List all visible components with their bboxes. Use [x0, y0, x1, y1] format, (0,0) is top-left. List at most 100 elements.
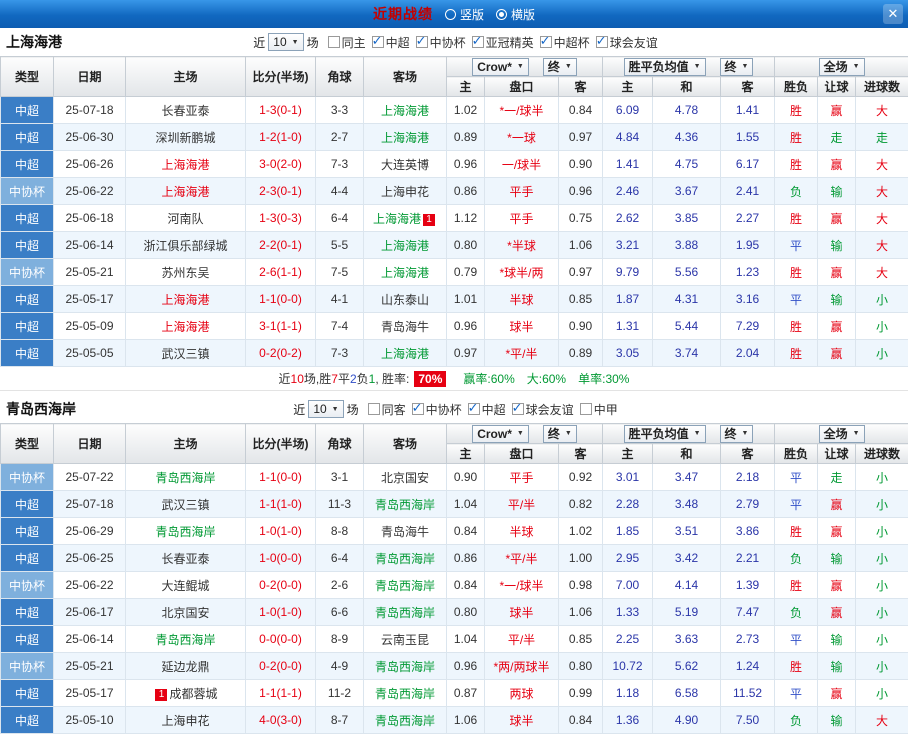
away-team-name: 上海海港: [380, 130, 429, 145]
competition-type-cell: 中协杯: [0, 571, 54, 599]
team-name: 青岛西海岸: [6, 401, 76, 417]
away-team-cell: 青岛西海岸: [363, 598, 447, 626]
competition-type-cell: 中协杯: [0, 463, 54, 491]
away-win-odds-cell: 1.23: [719, 258, 776, 286]
corner-cell: 8-8: [315, 517, 364, 545]
recent-count-select[interactable]: 10: [308, 400, 344, 418]
filter-checkbox[interactable]: 中超: [371, 33, 410, 51]
filter-checkbox[interactable]: 中甲: [579, 401, 618, 418]
odds-average-select[interactable]: 胜平负均值: [623, 424, 706, 443]
draw-odds-cell: 5.62: [652, 652, 721, 680]
ah-away-odds-cell: 0.90: [558, 312, 603, 340]
summary-text-segment: 7: [331, 371, 338, 386]
ah-home-odds-cell: 0.86: [446, 544, 485, 572]
handicap-line-cell: *一/球半: [484, 96, 559, 124]
corner-cell: 8-9: [315, 625, 364, 653]
filter-checkbox[interactable]: 球会友谊: [595, 33, 658, 51]
filter-checkbox[interactable]: 中超杯: [539, 33, 590, 51]
filter-checkbox[interactable]: 中协杯: [411, 400, 462, 418]
ah-home-odds-cell: 1.01: [446, 285, 485, 313]
scope-select[interactable]: 全场: [818, 57, 865, 76]
result-goals-cell: 小: [855, 652, 908, 680]
summary-text-segment: 负: [356, 372, 369, 386]
away-team-cell: 青岛海牛: [363, 517, 447, 545]
handicap-final-select[interactable]: 终: [542, 424, 577, 443]
filter-checkbox[interactable]: 同客: [367, 401, 406, 418]
col-header-corner: 角球: [315, 423, 364, 464]
result-goals-cell: 大: [855, 150, 908, 178]
filter-checkbox-label: 同主: [341, 35, 366, 50]
ah-away-odds-cell: 1.02: [558, 517, 603, 545]
corner-cell: 2-6: [315, 571, 364, 599]
titlebar: 近期战绩 竖版 横版 ✕: [0, 0, 908, 28]
result-goals-cell: 大: [855, 231, 908, 259]
recent-results-window: 近期战绩 竖版 横版 ✕ 上海海港 近10场同主中超中协杯亚冠精英中超杯球会友谊…: [0, 0, 908, 754]
result-goals-cell: 走: [855, 123, 908, 151]
result-handicap-cell: 赢: [817, 571, 857, 599]
draw-odds-cell: 3.74: [652, 339, 721, 367]
date-cell: 25-05-10: [53, 706, 126, 734]
away-team-cell: 上海申花: [363, 177, 447, 205]
close-icon[interactable]: ✕: [883, 4, 903, 24]
ah-away-odds-cell: 1.06: [558, 231, 603, 259]
checkbox-icon: [595, 33, 608, 49]
subcol-result-goals: 进球数: [855, 76, 908, 97]
filter-checkbox[interactable]: 球会友谊: [511, 400, 574, 418]
match-row: 中超 25-06-29 青岛西海岸 1-0(1-0) 8-8 青岛海牛 0.84 半球 1.02…: [0, 517, 908, 545]
score-cell: 1-1(1-0): [245, 490, 316, 518]
score-cell: 1-0(1-0): [245, 517, 316, 545]
team-section-header-2: 青岛西海岸 近10场 同客 中协杯 中超 球会友谊 中甲: [0, 395, 908, 423]
draw-odds-cell: 3.63: [652, 625, 721, 653]
filter-checkbox[interactable]: 中超: [467, 400, 506, 418]
home-team-cell: 北京国安: [125, 598, 246, 626]
away-team-cell: 青岛西海岸: [363, 490, 447, 518]
recent-count-select[interactable]: 10: [268, 33, 304, 51]
away-win-odds-cell: 2.18: [719, 463, 776, 491]
home-team-name: 长春亚泰: [161, 103, 210, 118]
col-header-type: 类型: [0, 423, 54, 464]
away-team-name: 上海海港: [372, 211, 421, 226]
home-team-name: 上海海港: [161, 157, 210, 172]
checkbox-icon: [467, 400, 480, 416]
bookmaker-select[interactable]: Crow*: [472, 57, 529, 76]
radio-selected-icon: [496, 8, 507, 20]
filter-checkbox[interactable]: 同主: [327, 34, 366, 51]
home-win-odds-cell: 2.62: [602, 204, 653, 232]
away-team-name: 青岛西海岸: [374, 713, 435, 728]
result-wdl-cell: 负: [774, 598, 819, 626]
odds-final-select[interactable]: 终: [719, 424, 754, 443]
filter-checkbox[interactable]: 中协杯: [415, 33, 466, 51]
handicap-line-cell: 球半: [484, 312, 559, 340]
summary-text-segment: 2: [349, 371, 357, 386]
filter-checkbox[interactable]: 亚冠精英: [471, 33, 534, 51]
handicap-line-cell: 平/半: [484, 490, 559, 518]
match-row: 中协杯 25-06-22 上海海港 2-3(0-1) 4-4 上海申花 0.86 平手 0.96…: [0, 177, 908, 205]
corner-cell: 5-5: [315, 231, 364, 259]
score-cell: 3-0(2-0): [245, 150, 316, 178]
layout-option-horizontal[interactable]: 横版: [496, 6, 535, 23]
odds-average-select[interactable]: 胜平负均值: [623, 57, 706, 76]
competition-type-cell: 中超: [0, 490, 54, 518]
result-wdl-cell: 胜: [774, 312, 819, 340]
result-wdl-cell: 平: [774, 285, 819, 313]
result-wdl-cell: 胜: [774, 150, 819, 178]
scope-select[interactable]: 全场: [818, 424, 865, 443]
competition-type-cell: 中超: [0, 285, 54, 313]
win-rate-badge: 70%: [414, 370, 447, 387]
handicap-line-cell: *两/两球半: [484, 652, 559, 680]
result-handicap-cell: 赢: [817, 258, 857, 286]
home-team-name: 北京国安: [161, 605, 210, 620]
odds-final-select[interactable]: 终: [719, 57, 754, 76]
ah-away-odds-cell: 1.00: [558, 544, 603, 572]
home-team-name: 青岛西海岸: [155, 524, 216, 539]
bookmaker-select[interactable]: Crow*: [472, 424, 529, 443]
ah-away-odds-cell: 0.80: [558, 652, 603, 680]
handicap-line-cell: *平/半: [484, 544, 559, 572]
layout-option-vertical[interactable]: 竖版: [444, 6, 484, 23]
handicap-final-select[interactable]: 终: [542, 57, 577, 76]
handicap-line-cell: 平手: [484, 463, 559, 491]
away-team-cell: 上海海港 1: [363, 204, 447, 232]
away-team-name: 上海海港: [380, 346, 429, 361]
away-team-name: 上海申花: [380, 184, 429, 199]
competition-type-cell: 中超: [0, 706, 54, 734]
